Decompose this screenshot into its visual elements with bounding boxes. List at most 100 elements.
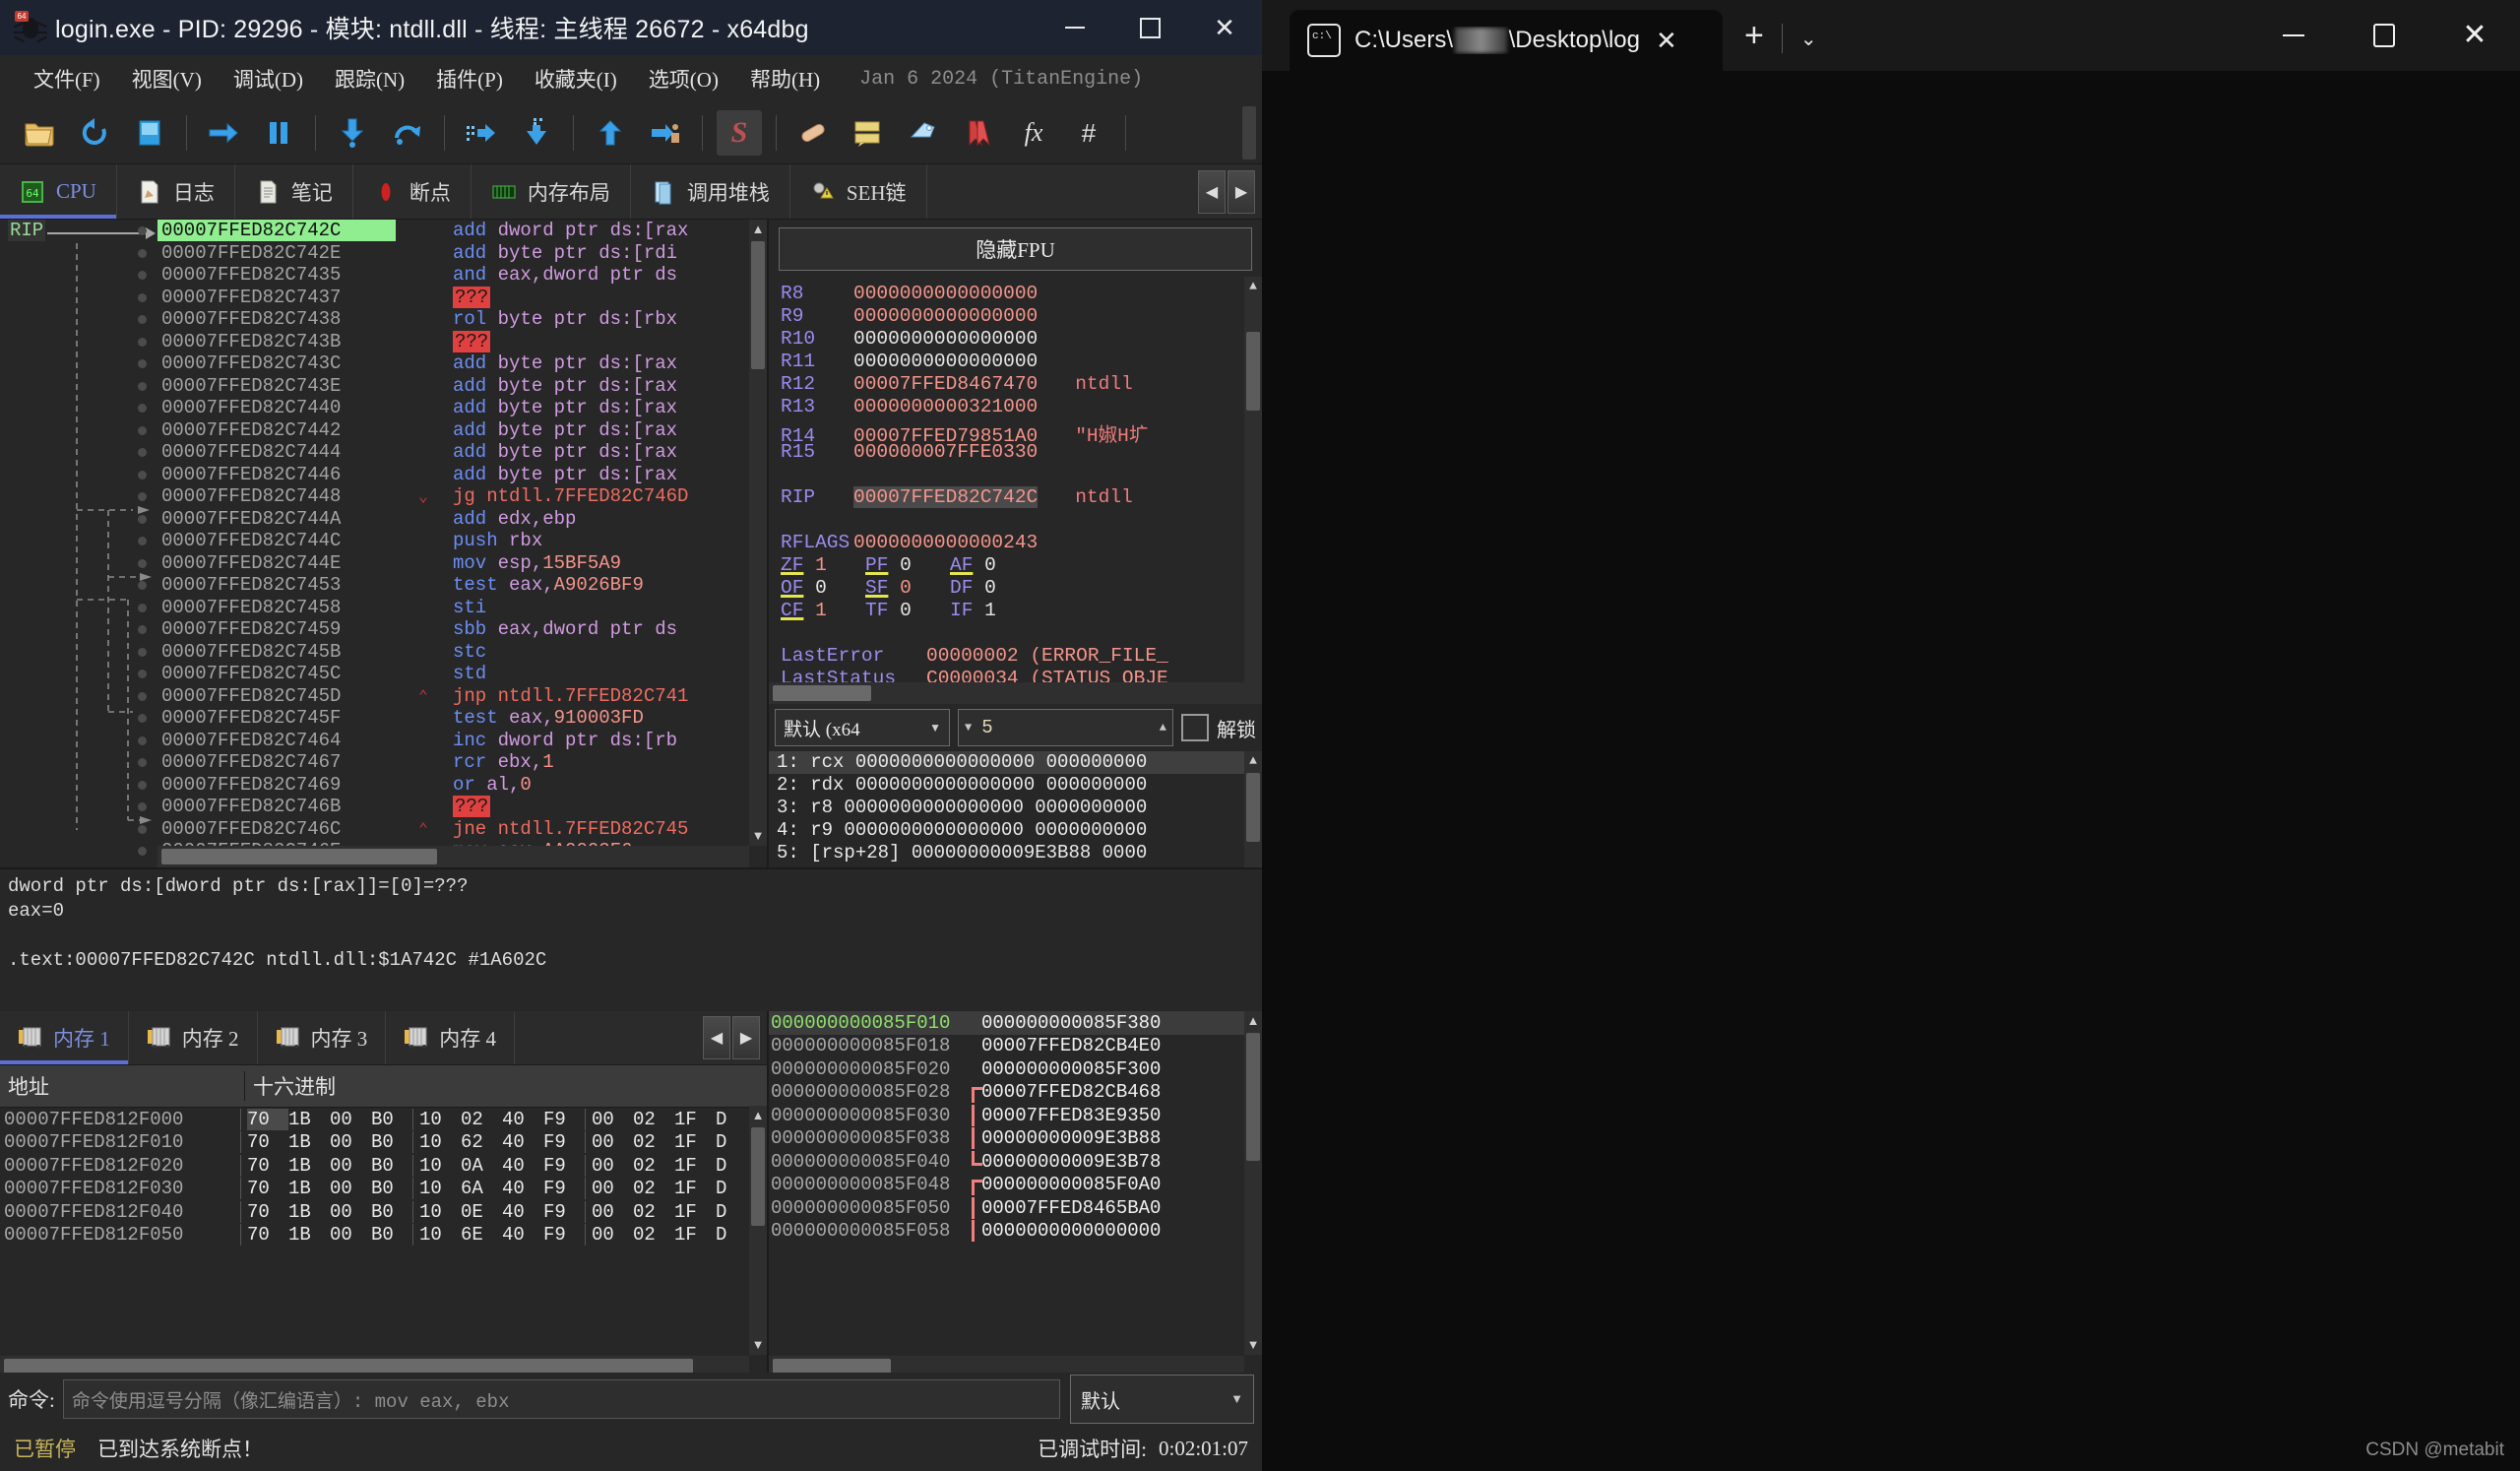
- disassembly-row[interactable]: 00007FFED82C7437???: [0, 286, 767, 309]
- disasm-hscroll-thumb[interactable]: [161, 849, 437, 864]
- terminal-tab-close-icon[interactable]: ✕: [1656, 26, 1677, 56]
- dump-row[interactable]: 00007FFED812F030 70 1B 00 B0 10 6A 40 F9 00 02 1F D: [0, 1178, 767, 1201]
- dump-byte[interactable]: 70: [247, 1131, 288, 1153]
- flag-name[interactable]: IF: [950, 600, 973, 621]
- stack-row[interactable]: 000000000085F050 00007FFED8465BA0: [769, 1196, 1262, 1220]
- disasm-gutter[interactable]: [0, 464, 158, 486]
- stack-row[interactable]: 000000000085F018 00007FFED82CB4E0: [769, 1035, 1262, 1058]
- breakpoint-dot-icon[interactable]: [138, 558, 147, 568]
- dump-byte[interactable]: 40: [502, 1224, 543, 1246]
- dump-byte[interactable]: 6A: [461, 1178, 502, 1199]
- disassembly-row[interactable]: 00007FFED82C743C add byte ptr ds:[rax: [0, 352, 767, 375]
- disassembly-row[interactable]: 00007FFED82C746C ⌃ jne ntdll.7FFED82C745: [0, 818, 767, 841]
- step-over-icon[interactable]: [385, 110, 430, 156]
- dump-byte[interactable]: B0: [371, 1131, 412, 1153]
- dump-byte[interactable]: 1F: [674, 1131, 716, 1153]
- flag-value[interactable]: 0: [888, 577, 912, 599]
- minimize-button[interactable]: [1038, 0, 1112, 55]
- dump-byte[interactable]: 1B: [288, 1155, 330, 1177]
- breakpoint-dot-icon[interactable]: [138, 492, 147, 501]
- dump-byte[interactable]: 02: [633, 1131, 674, 1153]
- disasm-gutter[interactable]: [0, 707, 158, 730]
- arguments-list[interactable]: 1: rcx 0000000000000000 000000000 2: rdx …: [769, 751, 1262, 867]
- maximize-button[interactable]: [1112, 0, 1187, 55]
- dump-byte[interactable]: 00: [585, 1224, 633, 1247]
- dump-byte[interactable]: 1F: [674, 1109, 716, 1130]
- dump-byte[interactable]: F9: [543, 1178, 585, 1199]
- breakpoint-dot-icon[interactable]: [138, 248, 147, 258]
- breakpoint-dot-icon[interactable]: [138, 425, 147, 435]
- dump-byte[interactable]: B0: [371, 1109, 412, 1130]
- register-value[interactable]: 000000007FFE0330: [853, 441, 1038, 463]
- register-value[interactable]: 00007FFED8467470: [853, 373, 1038, 395]
- hide-fpu-button[interactable]: 隐藏FPU: [779, 227, 1252, 271]
- register-row[interactable]: RFLAGS 0000000000000243: [769, 532, 1262, 554]
- disassembly-row[interactable]: 00007FFED82C745C std: [0, 663, 767, 685]
- disasm-gutter[interactable]: [0, 397, 158, 419]
- dump-byte[interactable]: 1B: [288, 1224, 330, 1246]
- tab-log[interactable]: 日志: [117, 164, 235, 219]
- menu-debug[interactable]: 调试(D): [218, 64, 319, 94]
- stack-row[interactable]: 000000000085F038 00000000009E3B88: [769, 1127, 1262, 1151]
- dump-hex-bytes[interactable]: 70 1B 00 B0 10 6A 40 F9 00 02 1F D: [240, 1178, 767, 1200]
- disasm-gutter[interactable]: [0, 730, 158, 752]
- stack-vscrollbar[interactable]: ▲ ▼: [1244, 1011, 1262, 1355]
- unlock-checkbox[interactable]: [1181, 714, 1209, 741]
- terminal-close-button[interactable]: ✕: [2429, 0, 2520, 71]
- dump-byte[interactable]: 40: [502, 1155, 543, 1177]
- menu-view[interactable]: 视图(V): [116, 64, 218, 94]
- breakpoint-dot-icon[interactable]: [138, 381, 147, 391]
- dump-byte[interactable]: B0: [371, 1201, 412, 1223]
- dump-byte[interactable]: B0: [371, 1155, 412, 1177]
- dump-row[interactable]: 00007FFED812F040 70 1B 00 B0 10 0E 40 F9 00 02 1F D: [0, 1200, 767, 1224]
- argument-row[interactable]: 3: r8 0000000000000000 0000000000: [769, 797, 1262, 819]
- disasm-gutter[interactable]: [0, 264, 158, 287]
- breakpoint-dot-icon[interactable]: [138, 359, 147, 368]
- dump-byte[interactable]: 40: [502, 1109, 543, 1130]
- dump-row[interactable]: 00007FFED812F020 70 1B 00 B0 10 0A 40 F9 00 02 1F D: [0, 1154, 767, 1178]
- comment-icon[interactable]: [846, 110, 891, 156]
- patch-icon[interactable]: [790, 110, 836, 156]
- register-row[interactable]: R10 0000000000000000: [769, 328, 1262, 351]
- disassembly-view[interactable]: RIP 00007FFED82C742C add dword ptr ds:[r…: [0, 220, 769, 867]
- breakpoint-dot-icon[interactable]: [138, 315, 147, 324]
- dump-byte[interactable]: 02: [633, 1178, 674, 1199]
- dump-byte[interactable]: 6E: [461, 1224, 502, 1246]
- command-input[interactable]: 命令使用逗号分隔（像汇编语言）: mov eax, ebx: [62, 1379, 1060, 1419]
- restart-icon[interactable]: [72, 110, 117, 156]
- disassembly-row[interactable]: 00007FFED82C743E add byte ptr ds:[rax: [0, 375, 767, 398]
- calling-convention-select[interactable]: 默认 (x64 ▼: [775, 709, 950, 746]
- flag-name[interactable]: CF: [781, 600, 803, 621]
- scroll-down-arrow[interactable]: ▼: [750, 828, 766, 844]
- disasm-gutter[interactable]: [0, 840, 158, 863]
- disasm-gutter[interactable]: [0, 530, 158, 552]
- dump-tab-1[interactable]: 内存 1: [0, 1011, 129, 1064]
- breakpoint-dot-icon[interactable]: [138, 802, 147, 811]
- dump-byte[interactable]: 70: [247, 1178, 288, 1199]
- open-file-icon[interactable]: [17, 110, 62, 156]
- disassembly-row[interactable]: 00007FFED82C7438 rol byte ptr ds:[rbx: [0, 308, 767, 331]
- disasm-gutter[interactable]: [0, 441, 158, 464]
- disasm-vscroll-thumb[interactable]: [751, 241, 765, 369]
- toolbar-scrollbar[interactable]: [1242, 106, 1256, 160]
- disasm-gutter[interactable]: [0, 663, 158, 685]
- dump-byte[interactable]: 70: [247, 1155, 288, 1177]
- register-row[interactable]: R13 0000000000321000: [769, 396, 1262, 418]
- dump-byte[interactable]: 10: [412, 1178, 461, 1200]
- flag-name[interactable]: AF: [950, 554, 973, 576]
- dump-rows[interactable]: 00007FFED812F000 70 1B 00 B0 10 02 40 F9 00 02 1F D 0…: [0, 1108, 767, 1247]
- dump-byte[interactable]: 1B: [288, 1109, 330, 1130]
- breakpoint-dot-icon[interactable]: [138, 736, 147, 745]
- menu-favorites[interactable]: 收藏夹(I): [519, 64, 633, 94]
- register-row[interactable]: R12 00007FFED8467470 ntdll: [769, 373, 1262, 396]
- breakpoint-dot-icon[interactable]: [138, 470, 147, 480]
- disasm-gutter[interactable]: [0, 641, 158, 664]
- dump-byte[interactable]: 40: [502, 1178, 543, 1199]
- dump-byte[interactable]: 62: [461, 1131, 502, 1153]
- scroll-up-arrow[interactable]: ▲: [750, 1108, 766, 1123]
- disassembly-row[interactable]: 00007FFED82C745B stc: [0, 641, 767, 664]
- step-into-icon[interactable]: [330, 110, 375, 156]
- dump-byte[interactable]: 10: [412, 1224, 461, 1247]
- registers-hscrollbar[interactable]: [769, 682, 1244, 704]
- run-icon[interactable]: [201, 110, 246, 156]
